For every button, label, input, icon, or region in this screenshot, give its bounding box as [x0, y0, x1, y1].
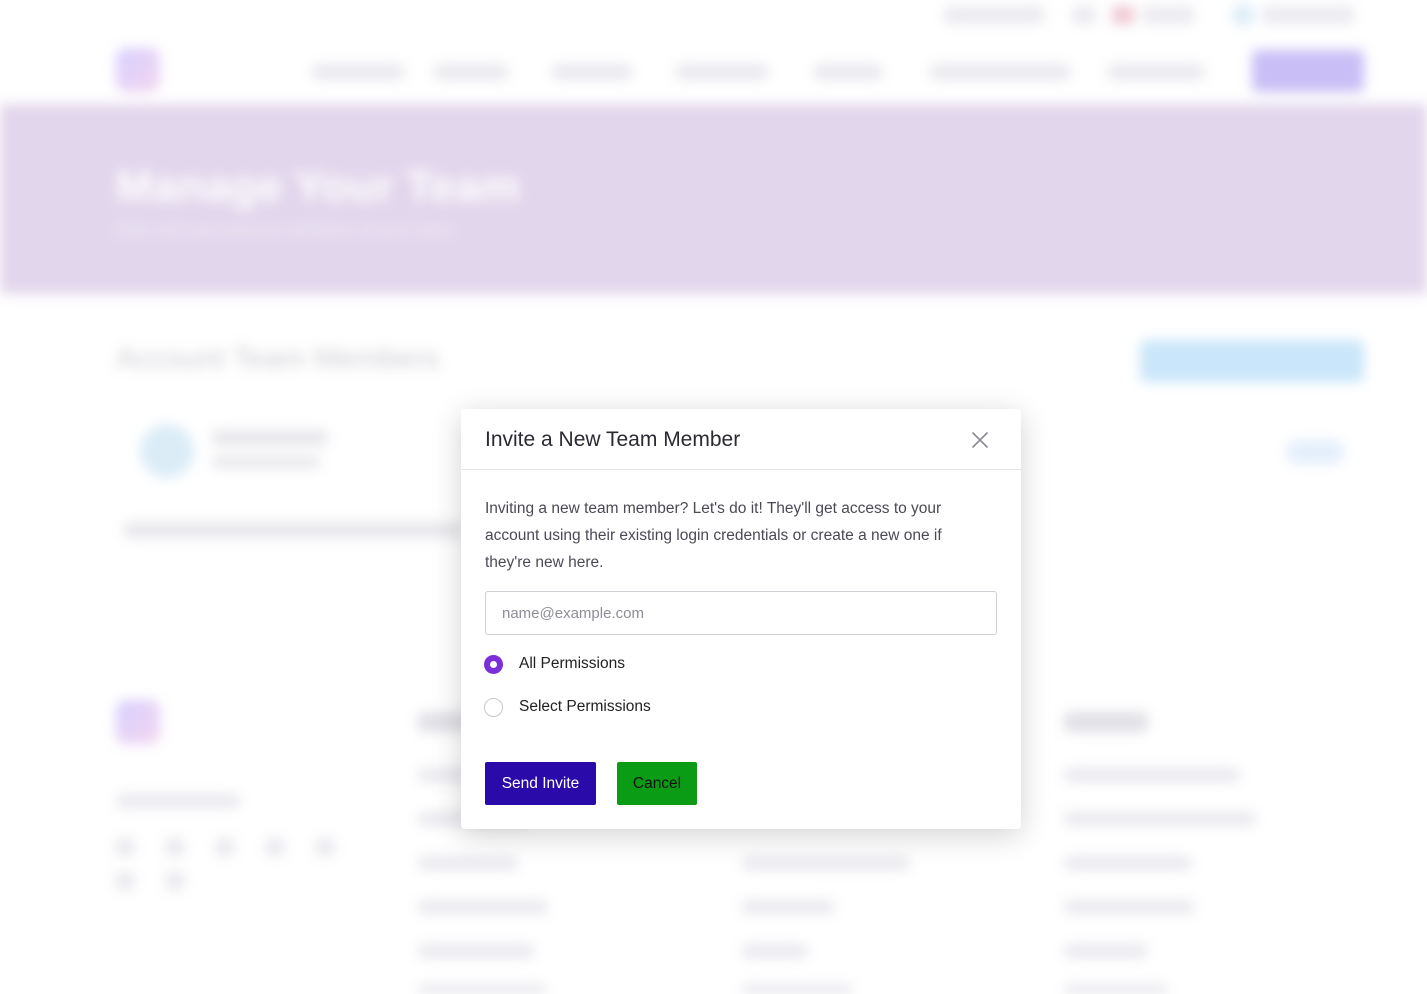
dialog-description: Inviting a new team member? Let's do it!… — [485, 500, 942, 571]
email-input[interactable] — [485, 591, 997, 635]
close-icon — [972, 432, 988, 448]
radio-button-checked[interactable] — [484, 654, 503, 674]
send-invite-button[interactable]: Send Invite — [485, 762, 596, 805]
radio-label: All Permissions — [519, 655, 625, 672]
dialog-header: Invite a New Team Member — [461, 409, 1021, 470]
radio-button[interactable] — [484, 697, 503, 717]
radio-all-permissions[interactable]: All Permissions — [484, 653, 625, 675]
radio-label: Select Permissions — [519, 698, 651, 715]
close-button[interactable] — [967, 427, 993, 453]
radio-select-permissions[interactable]: Select Permissions — [484, 696, 651, 718]
dialog-title: Invite a New Team Member — [485, 428, 741, 451]
cancel-button[interactable]: Cancel — [617, 762, 697, 805]
invite-member-dialog: Invite a New Team Member Inviting a new … — [461, 409, 1021, 829]
